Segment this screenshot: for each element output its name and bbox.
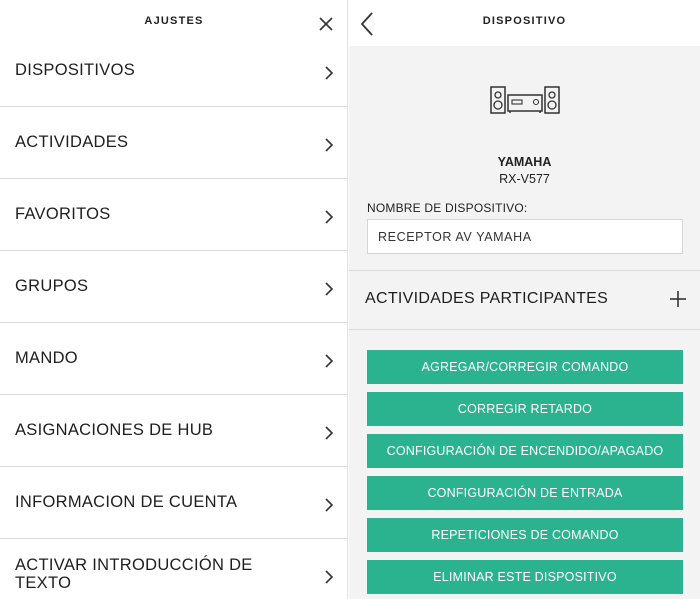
device-header: DISPOSITIVO xyxy=(349,0,700,46)
chevron-right-icon xyxy=(325,138,334,152)
chevron-right-icon xyxy=(325,498,334,512)
menu-item-label: GRUPOS xyxy=(15,277,89,295)
divider xyxy=(349,270,700,271)
menu-item-label: ASIGNACIONES DE HUB xyxy=(15,421,214,439)
device-name-input[interactable] xyxy=(367,219,683,254)
command-repeats-button[interactable]: REPETICIONES DE COMANDO xyxy=(367,518,683,552)
fix-delay-button[interactable]: CORREGIR RETARDO xyxy=(367,392,683,426)
settings-panel: AJUSTES DISPOSITIVOS ACTIVIDADES FAVORIT… xyxy=(0,0,348,599)
activities-section-title: ACTIVIDADES PARTICIPANTES xyxy=(365,290,609,307)
menu-item-label: MANDO xyxy=(15,349,78,367)
menu-item-asignaciones-hub[interactable]: ASIGNACIONES DE HUB xyxy=(0,395,348,467)
menu-item-mando[interactable]: MANDO xyxy=(0,323,348,395)
menu-item-label: ACTIVIDADES xyxy=(15,133,129,151)
close-icon[interactable] xyxy=(316,14,336,34)
menu-item-label: DISPOSITIVOS xyxy=(15,61,136,79)
chevron-right-icon xyxy=(325,66,334,80)
menu-item-label: FAVORITOS xyxy=(15,205,111,223)
divider xyxy=(349,329,700,330)
chevron-right-icon xyxy=(325,210,334,224)
device-brand: YAMAHA xyxy=(497,155,552,169)
chevron-right-icon xyxy=(325,426,334,440)
power-settings-button[interactable]: CONFIGURACIÓN DE ENCENDIDO/APAGADO xyxy=(367,434,683,468)
chevron-right-icon xyxy=(325,282,334,296)
menu-item-label: ACTIVAR INTRODUCCIÓN DE TEXTO xyxy=(15,556,253,592)
menu-item-actividades[interactable]: ACTIVIDADES xyxy=(0,107,348,179)
input-settings-button[interactable]: CONFIGURACIÓN DE ENTRADA xyxy=(367,476,683,510)
menu-item-label: INFORMACION DE CUENTA xyxy=(15,493,238,511)
delete-device-button[interactable]: ELIMINAR ESTE DISPOSITIVO xyxy=(367,560,683,594)
menu-item-favoritos[interactable]: FAVORITOS xyxy=(0,179,348,251)
stereo-system-icon xyxy=(490,86,560,114)
chevron-right-icon xyxy=(325,570,334,584)
menu-item-informacion-cuenta[interactable]: INFORMACION DE CUENTA xyxy=(0,467,348,539)
menu-item-activar-texto[interactable]: ACTIVAR INTRODUCCIÓN DE TEXTO xyxy=(0,539,348,599)
menu-item-grupos[interactable]: GRUPOS xyxy=(0,251,348,323)
chevron-right-icon xyxy=(325,354,334,368)
settings-title: AJUSTES xyxy=(144,15,204,27)
device-title: DISPOSITIVO xyxy=(482,15,567,27)
add-icon[interactable] xyxy=(669,290,687,308)
device-panel: DISPOSITIVO YAMAHA RX-V577 NOMBRE DE DIS… xyxy=(349,0,700,599)
add-edit-command-button[interactable]: AGREGAR/CORREGIR COMANDO xyxy=(367,350,683,384)
device-name-label: NOMBRE DE DISPOSITIVO: xyxy=(367,201,528,215)
menu-item-dispositivos[interactable]: DISPOSITIVOS xyxy=(0,35,348,107)
device-model: RX-V577 xyxy=(499,172,550,186)
